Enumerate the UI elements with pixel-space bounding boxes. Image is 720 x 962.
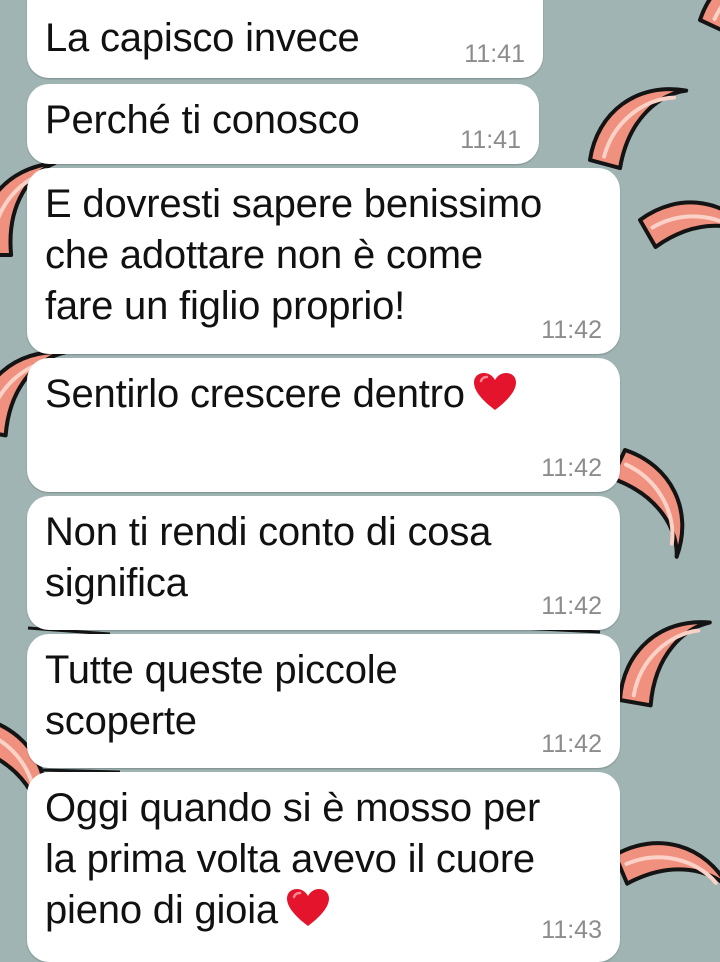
message-timestamp: 11:42 <box>541 592 602 620</box>
message-bubble[interactable]: Sentirlo crescere dentro 11:42 <box>27 358 620 492</box>
heart-emoji-icon <box>473 373 516 410</box>
message-text: La capisco invece <box>45 16 360 60</box>
message-bubble[interactable]: Oggi quando si è mosso per la prima volt… <box>27 772 620 962</box>
message-timestamp: 11:43 <box>541 916 602 944</box>
message-timestamp: 11:41 <box>460 126 521 154</box>
message-bubble[interactable]: Perché ti conosco 11:41 <box>27 84 539 164</box>
message-timestamp: 11:42 <box>541 730 602 758</box>
message-text: Oggi quando si è mosso per la prima volt… <box>45 783 540 936</box>
message-bubble[interactable]: La capisco invece 11:41 <box>27 0 543 78</box>
message-text: Non ti rendi conto di cosa significa <box>45 510 492 605</box>
message-bubble[interactable]: Non ti rendi conto di cosa significa 11:… <box>27 496 620 630</box>
message-timestamp: 11:41 <box>464 40 525 68</box>
message-text-content: Sentirlo crescere dentro <box>45 372 465 416</box>
message-text: Tutte queste piccole scoperte <box>45 648 398 743</box>
message-timestamp: 11:42 <box>541 316 602 344</box>
message-bubble[interactable]: Tutte queste piccole scoperte 11:42 <box>27 634 620 768</box>
message-text: Sentirlo crescere dentro <box>45 369 517 420</box>
message-timestamp: 11:42 <box>541 454 602 482</box>
message-bubble[interactable]: E dovresti sapere benissimo che adottare… <box>27 168 620 354</box>
heart-emoji-icon <box>286 889 329 926</box>
message-text: E dovresti sapere benissimo che adottare… <box>45 182 543 328</box>
message-text: Perché ti conosco <box>45 98 360 142</box>
